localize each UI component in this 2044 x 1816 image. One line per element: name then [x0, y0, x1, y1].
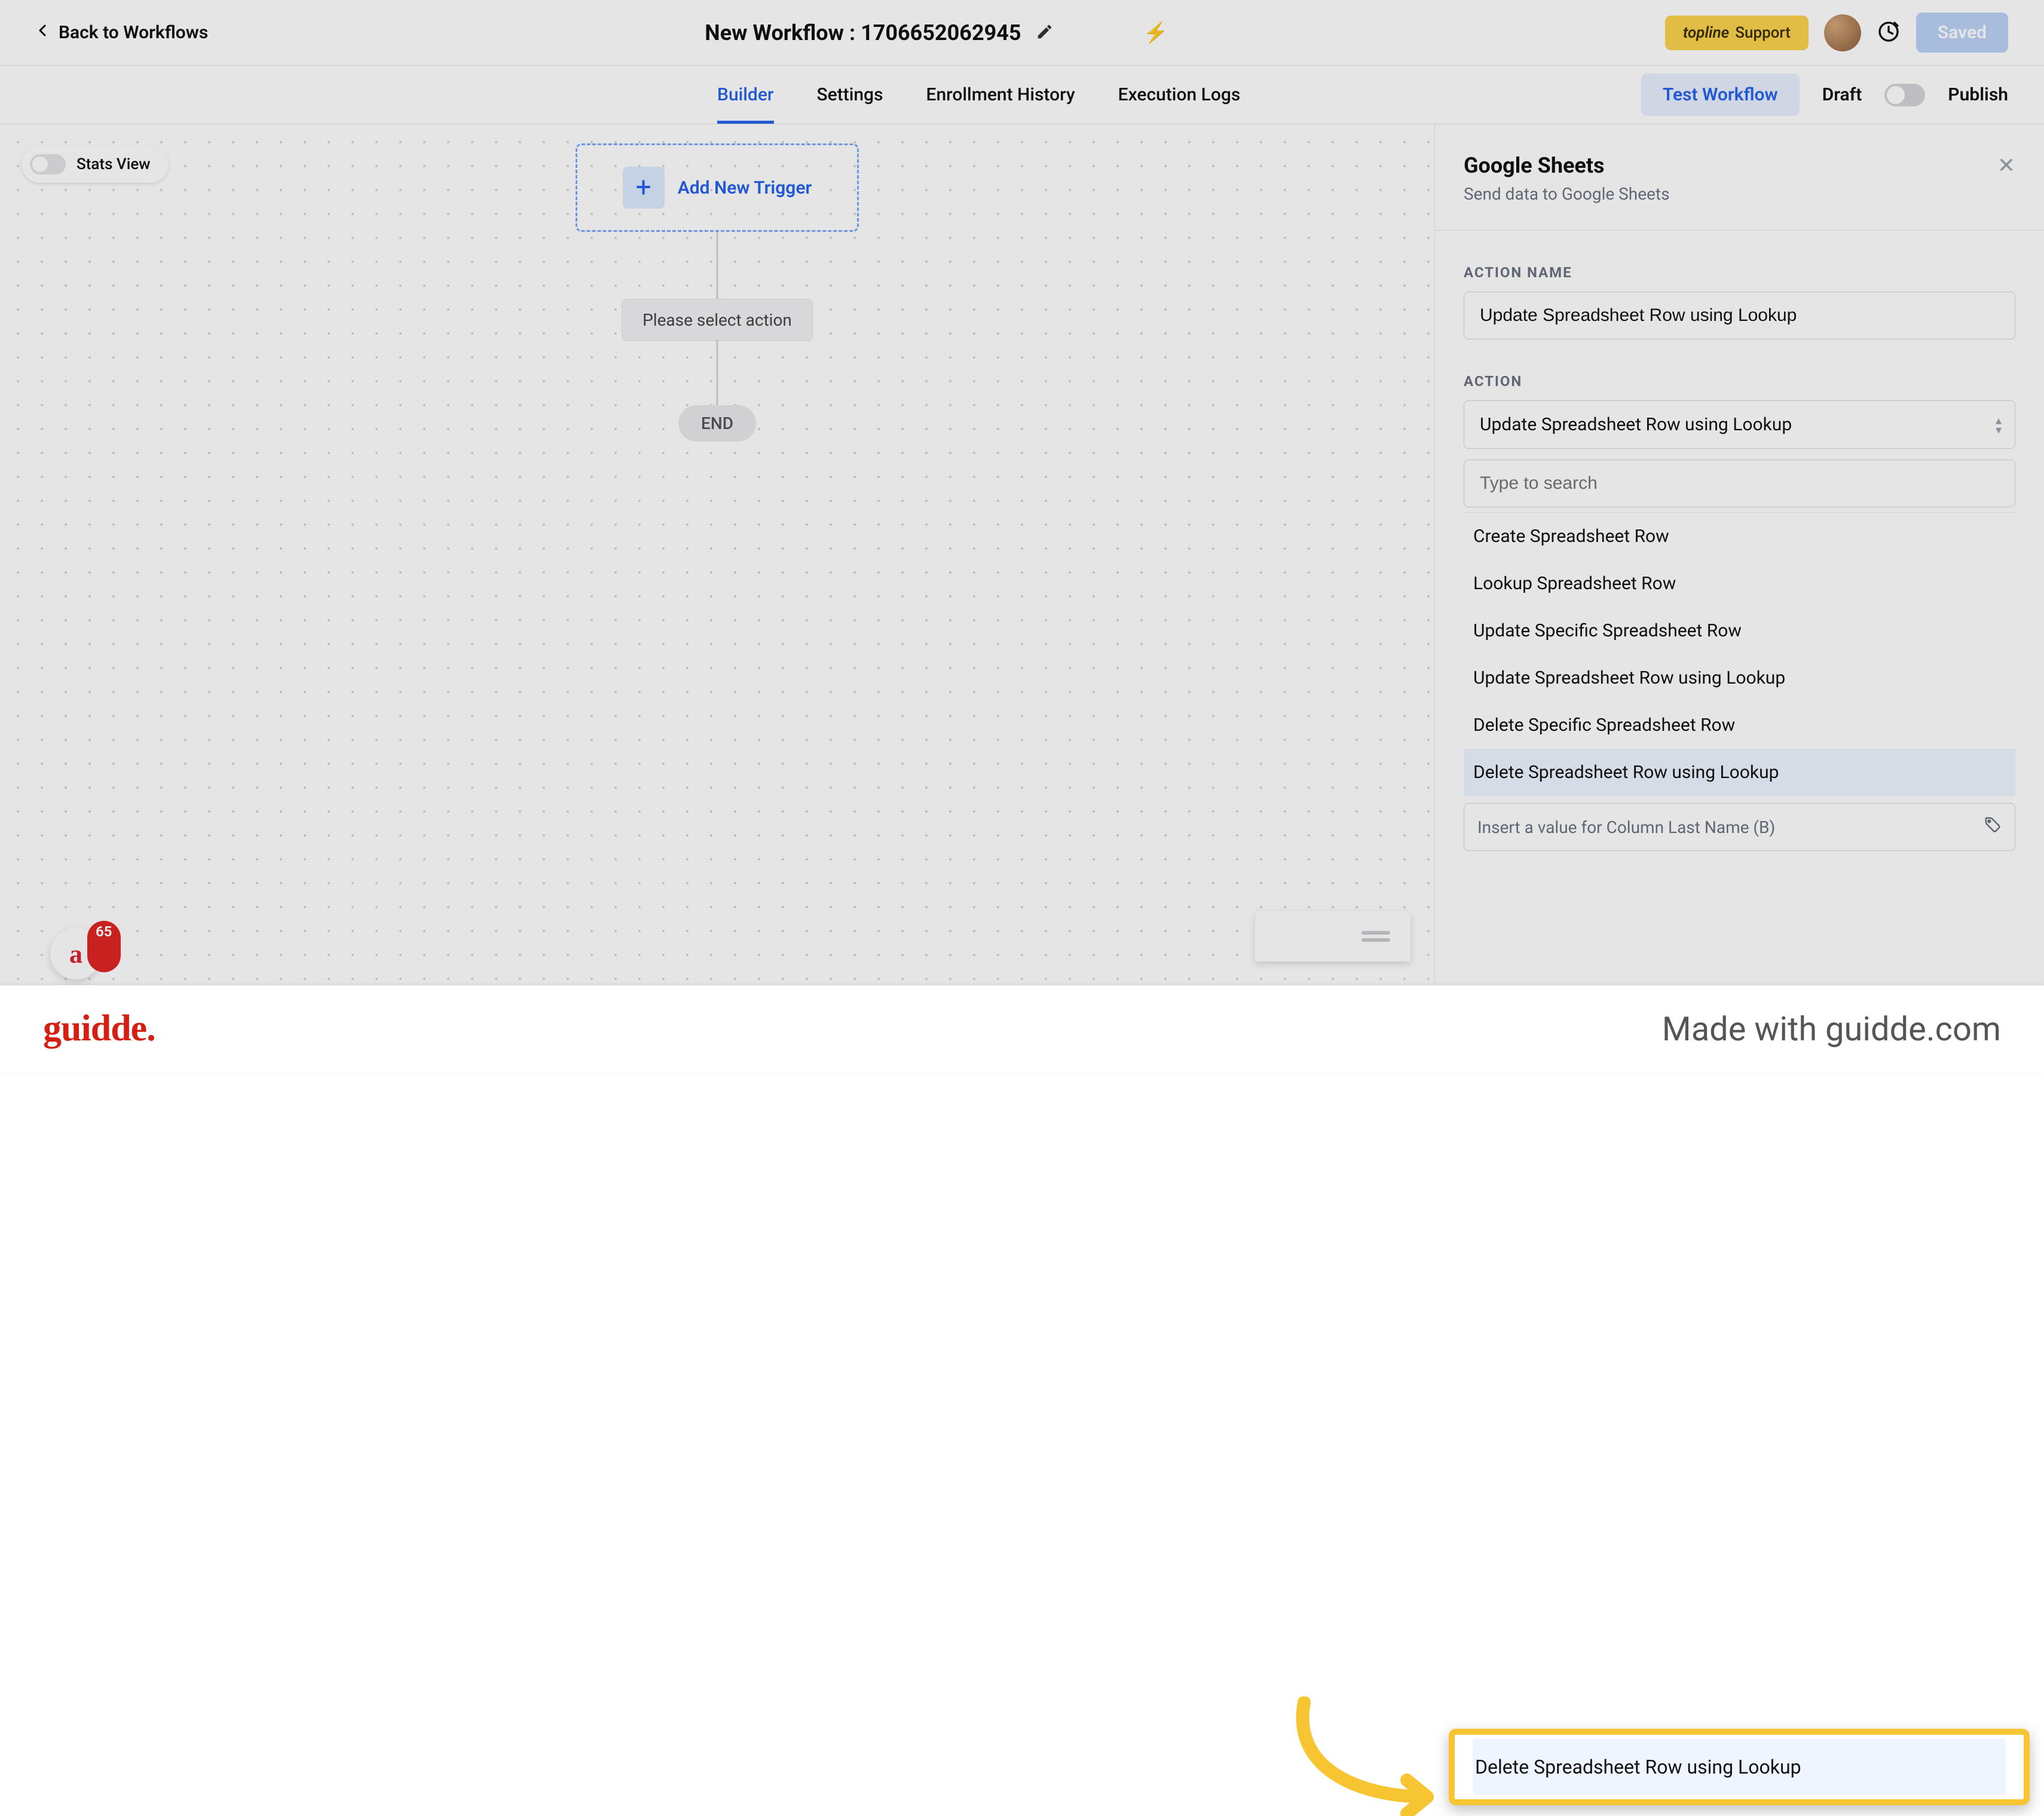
saved-button[interactable]: Saved — [1916, 13, 2008, 53]
drag-handle-icon — [1361, 927, 1390, 945]
option-label: Create Spreadsheet Row — [1473, 526, 1669, 547]
highlight-inner: Delete Spreadsheet Row using Lookup — [1473, 1739, 2006, 1795]
option-label: Update Specific Spreadsheet Row — [1473, 620, 1742, 641]
side-panel: Google Sheets Send data to Google Sheets… — [1434, 124, 2044, 985]
action-dropdown-list: Create Spreadsheet Row Lookup Spreadshee… — [1464, 512, 2015, 796]
made-with-label: Made with guidde.com — [1662, 1009, 2001, 1049]
guidde-logo: guidde. — [43, 1007, 155, 1050]
tab-bar: Builder Settings Enrollment History Exec… — [0, 66, 2044, 124]
footer-bar: guidde. Made with guidde.com — [0, 985, 2044, 1072]
action-label: ACTION — [1464, 373, 2015, 390]
tab-label: Enrollment History — [926, 84, 1075, 105]
support-brand: topline — [1683, 24, 1729, 42]
action-select[interactable]: Update Spreadsheet Row using Lookup ▴▾ — [1464, 400, 2015, 449]
support-label: Support — [1735, 24, 1791, 42]
dropdown-option[interactable]: Update Specific Spreadsheet Row — [1464, 607, 2015, 654]
avatar[interactable] — [1824, 14, 1861, 51]
dropdown-option[interactable]: Create Spreadsheet Row — [1464, 513, 2015, 560]
stats-view-toggle[interactable] — [30, 154, 66, 174]
end-label: END — [701, 414, 733, 433]
notification-badge[interactable]: a 65 — [50, 928, 135, 979]
stats-view-label: Stats View — [77, 155, 151, 173]
dropdown-option-delete-lookup[interactable]: Delete Spreadsheet Row using Lookup — [1464, 749, 2015, 796]
add-trigger-box[interactable]: + Add New Trigger — [576, 143, 859, 232]
back-label: Back to Workflows — [59, 22, 208, 43]
action-search-box[interactable] — [1464, 460, 2015, 507]
workflow-canvas[interactable]: Stats View + Add New Trigger Please sele… — [0, 124, 1434, 985]
highlight-text: Delete Spreadsheet Row using Lookup — [1475, 1756, 1801, 1778]
workflow-title-text: New Workflow : 1706652062945 — [705, 20, 1021, 45]
bolt-icon: ⚡ — [1143, 21, 1168, 45]
tab-settings[interactable]: Settings — [817, 66, 883, 124]
publish-label: Publish — [1948, 84, 2008, 105]
draft-label: Draft — [1822, 84, 1862, 105]
column-value-placeholder: Insert a value for Column Last Name (B) — [1477, 817, 1775, 837]
panel-title: Google Sheets — [1464, 153, 1670, 178]
test-label: Test Workflow — [1663, 84, 1778, 105]
notification-count: 65 — [87, 921, 121, 972]
action-name-label: ACTION NAME — [1464, 264, 2015, 281]
select-action-label: Please select action — [642, 310, 792, 330]
publish-toggle[interactable] — [1884, 84, 1925, 106]
action-search-input[interactable] — [1464, 460, 2015, 507]
connector-line — [717, 339, 718, 405]
option-label: Update Spreadsheet Row using Lookup — [1473, 667, 1785, 688]
arrow-icon — [1280, 1696, 1454, 1816]
highlight-box: Delete Spreadsheet Row using Lookup — [1449, 1729, 2030, 1805]
divider — [1435, 230, 2044, 231]
saved-label: Saved — [1938, 22, 1987, 43]
connector-line — [717, 232, 718, 299]
back-to-workflows-button[interactable]: Back to Workflows — [36, 22, 208, 44]
workflow-title: New Workflow : 1706652062945 — [705, 20, 1053, 45]
option-label: Delete Spreadsheet Row using Lookup — [1473, 762, 1779, 783]
top-bar: Back to Workflows New Workflow : 1706652… — [0, 0, 2044, 66]
add-trigger-label: Add New Trigger — [678, 177, 812, 198]
main-area: Stats View + Add New Trigger Please sele… — [0, 124, 2044, 985]
dropdown-option[interactable]: Delete Specific Spreadsheet Row — [1464, 702, 2015, 749]
action-name-input[interactable] — [1464, 292, 2015, 339]
tab-execution-logs[interactable]: Execution Logs — [1118, 66, 1241, 124]
dropdown-option[interactable]: Lookup Spreadsheet Row — [1464, 560, 2015, 607]
option-label: Delete Specific Spreadsheet Row — [1473, 715, 1735, 736]
history-icon[interactable] — [1877, 20, 1901, 46]
tab-builder[interactable]: Builder — [717, 66, 774, 124]
tab-enrollment-history[interactable]: Enrollment History — [926, 66, 1075, 124]
select-action-chip[interactable]: Please select action — [622, 299, 813, 341]
tab-label: Execution Logs — [1118, 84, 1241, 105]
test-workflow-button[interactable]: Test Workflow — [1641, 74, 1800, 116]
action-select-value: Update Spreadsheet Row using Lookup — [1480, 414, 1792, 435]
stats-view-pill[interactable]: Stats View — [22, 146, 169, 183]
chevron-left-icon — [36, 22, 50, 44]
close-icon[interactable]: ✕ — [1997, 153, 2015, 178]
option-label: Lookup Spreadsheet Row — [1473, 573, 1676, 594]
notif-letter: a — [69, 939, 82, 969]
support-button[interactable]: topline Support — [1665, 16, 1809, 50]
edit-icon[interactable] — [1036, 23, 1054, 43]
tag-icon[interactable] — [1984, 816, 2002, 838]
column-value-input[interactable]: Insert a value for Column Last Name (B) — [1464, 803, 2015, 851]
dropdown-option[interactable]: Update Spreadsheet Row using Lookup — [1464, 654, 2015, 702]
panel-subtitle: Send data to Google Sheets — [1464, 184, 1670, 204]
plus-icon: + — [623, 167, 665, 209]
chevron-updown-icon: ▴▾ — [1996, 415, 2002, 434]
tab-label: Builder — [717, 84, 774, 105]
tab-label: Settings — [817, 84, 883, 105]
floating-panel-handle[interactable] — [1255, 911, 1410, 961]
end-node: END — [678, 405, 756, 442]
